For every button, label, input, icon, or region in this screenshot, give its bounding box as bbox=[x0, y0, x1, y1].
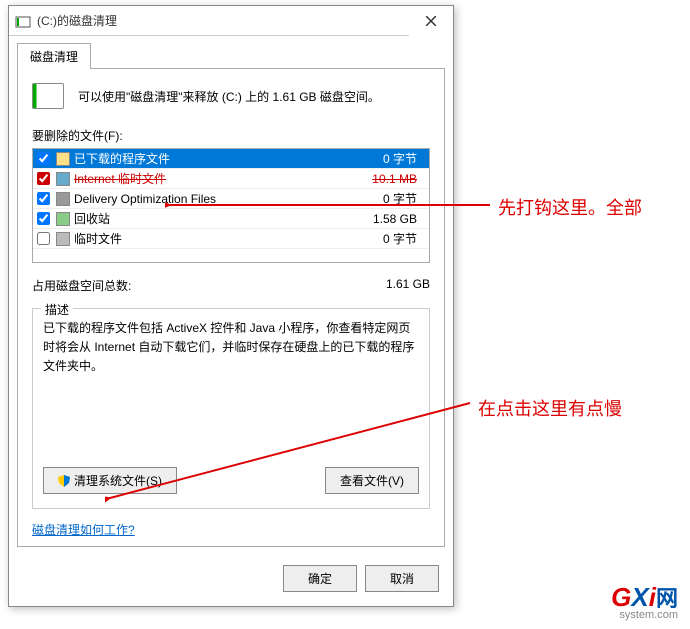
file-row[interactable]: Delivery Optimization Files0 字节 bbox=[33, 189, 429, 209]
titlebar: (C:)的磁盘清理 bbox=[9, 6, 453, 36]
description-text: 已下载的程序文件包括 ActiveX 控件和 Java 小程序，你查看特定网页时… bbox=[43, 319, 419, 379]
window-title: (C:)的磁盘清理 bbox=[37, 12, 409, 29]
file-list[interactable]: 已下载的程序文件0 字节Internet 临时文件10.1 MBDelivery… bbox=[32, 148, 430, 263]
view-files-button[interactable]: 查看文件(V) bbox=[325, 467, 419, 494]
tab-bar: 磁盘清理 bbox=[9, 36, 453, 68]
clean-system-files-label: 清理系统文件(S) bbox=[74, 472, 162, 489]
file-size: 10.1 MB bbox=[372, 172, 425, 186]
annotation-text-1: 先打钩这里。全部 bbox=[498, 195, 668, 222]
file-name: 回收站 bbox=[74, 210, 373, 227]
cancel-button[interactable]: 取消 bbox=[365, 565, 439, 592]
file-row[interactable]: 临时文件0 字节 bbox=[33, 229, 429, 249]
info-row: 可以使用"磁盘清理"来释放 (C:) 上的 1.61 GB 磁盘空间。 bbox=[32, 83, 430, 109]
file-row[interactable]: 回收站1.58 GB bbox=[33, 209, 429, 229]
file-checkbox[interactable] bbox=[37, 172, 50, 185]
file-checkbox[interactable] bbox=[37, 232, 50, 245]
file-row[interactable]: Internet 临时文件10.1 MB bbox=[33, 169, 429, 189]
description-group: 描述 已下载的程序文件包括 ActiveX 控件和 Java 小程序，你查看特定… bbox=[32, 308, 430, 509]
opt-icon bbox=[56, 192, 70, 206]
ok-button[interactable]: 确定 bbox=[283, 565, 357, 592]
file-name: Internet 临时文件 bbox=[74, 170, 372, 187]
close-button[interactable] bbox=[409, 6, 453, 36]
file-size: 0 字节 bbox=[383, 190, 425, 207]
disk-cleanup-icon bbox=[15, 13, 31, 29]
annotation-text-2: 在点击这里有点慢 bbox=[478, 395, 678, 421]
total-row: 占用磁盘空间总数: 1.61 GB bbox=[32, 277, 430, 294]
file-name: 临时文件 bbox=[74, 230, 383, 247]
total-value: 1.61 GB bbox=[386, 277, 430, 294]
file-size: 1.58 GB bbox=[373, 212, 425, 226]
clean-system-files-button[interactable]: 清理系统文件(S) bbox=[43, 467, 177, 494]
tab-content: 可以使用"磁盘清理"来释放 (C:) 上的 1.61 GB 磁盘空间。 要删除的… bbox=[17, 68, 445, 547]
temp-icon bbox=[56, 232, 70, 246]
file-checkbox[interactable] bbox=[37, 192, 50, 205]
info-text: 可以使用"磁盘清理"来释放 (C:) 上的 1.61 GB 磁盘空间。 bbox=[78, 88, 380, 105]
file-checkbox[interactable] bbox=[37, 152, 50, 165]
description-title: 描述 bbox=[41, 301, 73, 318]
help-link[interactable]: 磁盘清理如何工作? bbox=[32, 521, 135, 538]
file-size: 0 字节 bbox=[383, 230, 425, 247]
ie-icon bbox=[56, 172, 70, 186]
tab-disk-cleanup[interactable]: 磁盘清理 bbox=[17, 43, 91, 69]
file-checkbox[interactable] bbox=[37, 212, 50, 225]
total-label: 占用磁盘空间总数: bbox=[32, 277, 386, 294]
file-size: 0 字节 bbox=[383, 150, 425, 167]
uac-shield-icon bbox=[58, 475, 70, 487]
dialog-footer: 确定 取消 bbox=[9, 555, 453, 606]
files-to-delete-label: 要删除的文件(F): bbox=[32, 127, 430, 144]
disk-usage-icon bbox=[32, 83, 64, 109]
file-name: Delivery Optimization Files bbox=[74, 192, 383, 206]
file-name: 已下载的程序文件 bbox=[74, 150, 383, 167]
view-files-label: 查看文件(V) bbox=[340, 472, 404, 489]
folder-icon bbox=[56, 152, 70, 166]
file-row[interactable]: 已下载的程序文件0 字节 bbox=[33, 149, 429, 169]
watermark-logo: GXi网 system.com bbox=[611, 581, 678, 621]
disk-cleanup-dialog: (C:)的磁盘清理 磁盘清理 可以使用"磁盘清理"来释放 (C:) 上的 1.6… bbox=[8, 5, 454, 607]
recycle-icon bbox=[56, 212, 70, 226]
